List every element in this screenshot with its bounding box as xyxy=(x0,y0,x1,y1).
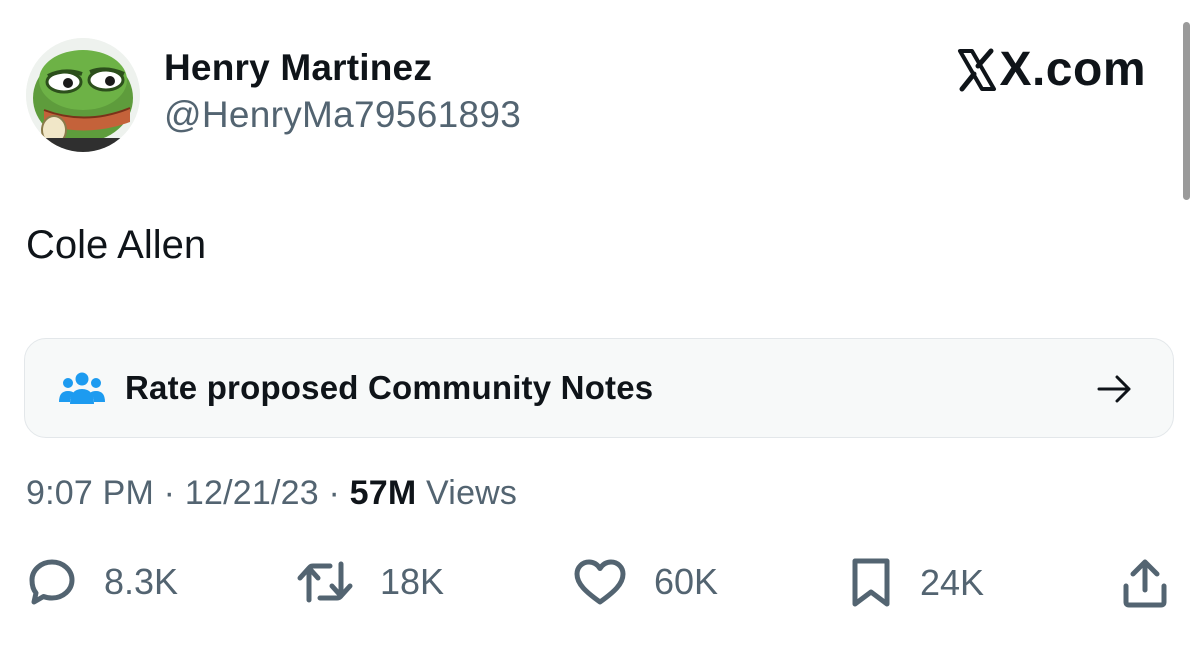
scrollbar[interactable] xyxy=(1183,22,1190,200)
like-button[interactable]: 60K xyxy=(572,556,718,608)
meta-separator: · xyxy=(318,474,350,512)
views-label: Views xyxy=(426,474,518,512)
post-text: Cole Allen xyxy=(26,223,207,267)
bookmark-count: 24K xyxy=(920,562,985,603)
frog-avatar-icon xyxy=(26,38,140,152)
heart-icon xyxy=(574,559,626,605)
reply-count: 8.3K xyxy=(104,561,179,602)
post-meta: 9:07 PM · 12/21/23 · 57M Views xyxy=(26,470,517,516)
reply-button[interactable]: 8.3K xyxy=(26,556,178,608)
people-icon xyxy=(59,372,105,404)
post-time[interactable]: 9:07 PM xyxy=(26,474,154,512)
repost-count: 18K xyxy=(380,561,445,602)
views-count: 57M xyxy=(349,474,417,512)
x-brand-logo: X.com xyxy=(957,42,1146,97)
action-bar: 8.3K 18K 60K 24K xyxy=(0,556,1200,616)
reply-icon xyxy=(29,559,75,605)
author-handle[interactable]: @HenryMa79561893 xyxy=(164,92,521,138)
post-date[interactable]: 12/21/23 xyxy=(185,474,319,512)
bookmark-button[interactable]: 24K xyxy=(848,556,984,610)
meta-separator: · xyxy=(154,474,185,512)
bookmark-icon xyxy=(852,558,890,607)
like-count: 60K xyxy=(654,561,719,602)
community-notes-label: Rate proposed Community Notes xyxy=(125,369,654,406)
author-info[interactable]: Henry Martinez @HenryMa79561893 xyxy=(164,44,521,138)
author-display-name[interactable]: Henry Martinez xyxy=(164,44,521,92)
repost-icon xyxy=(297,561,353,603)
arrow-right-icon xyxy=(1097,375,1131,403)
share-icon xyxy=(1123,559,1167,608)
x-brand-text: X.com xyxy=(999,43,1146,96)
repost-button[interactable]: 18K xyxy=(296,556,444,608)
x-logo-icon xyxy=(958,48,997,91)
avatar[interactable] xyxy=(26,38,140,152)
share-button[interactable] xyxy=(1120,556,1196,610)
rate-community-notes-button[interactable]: Rate proposed Community Notes xyxy=(24,338,1174,438)
